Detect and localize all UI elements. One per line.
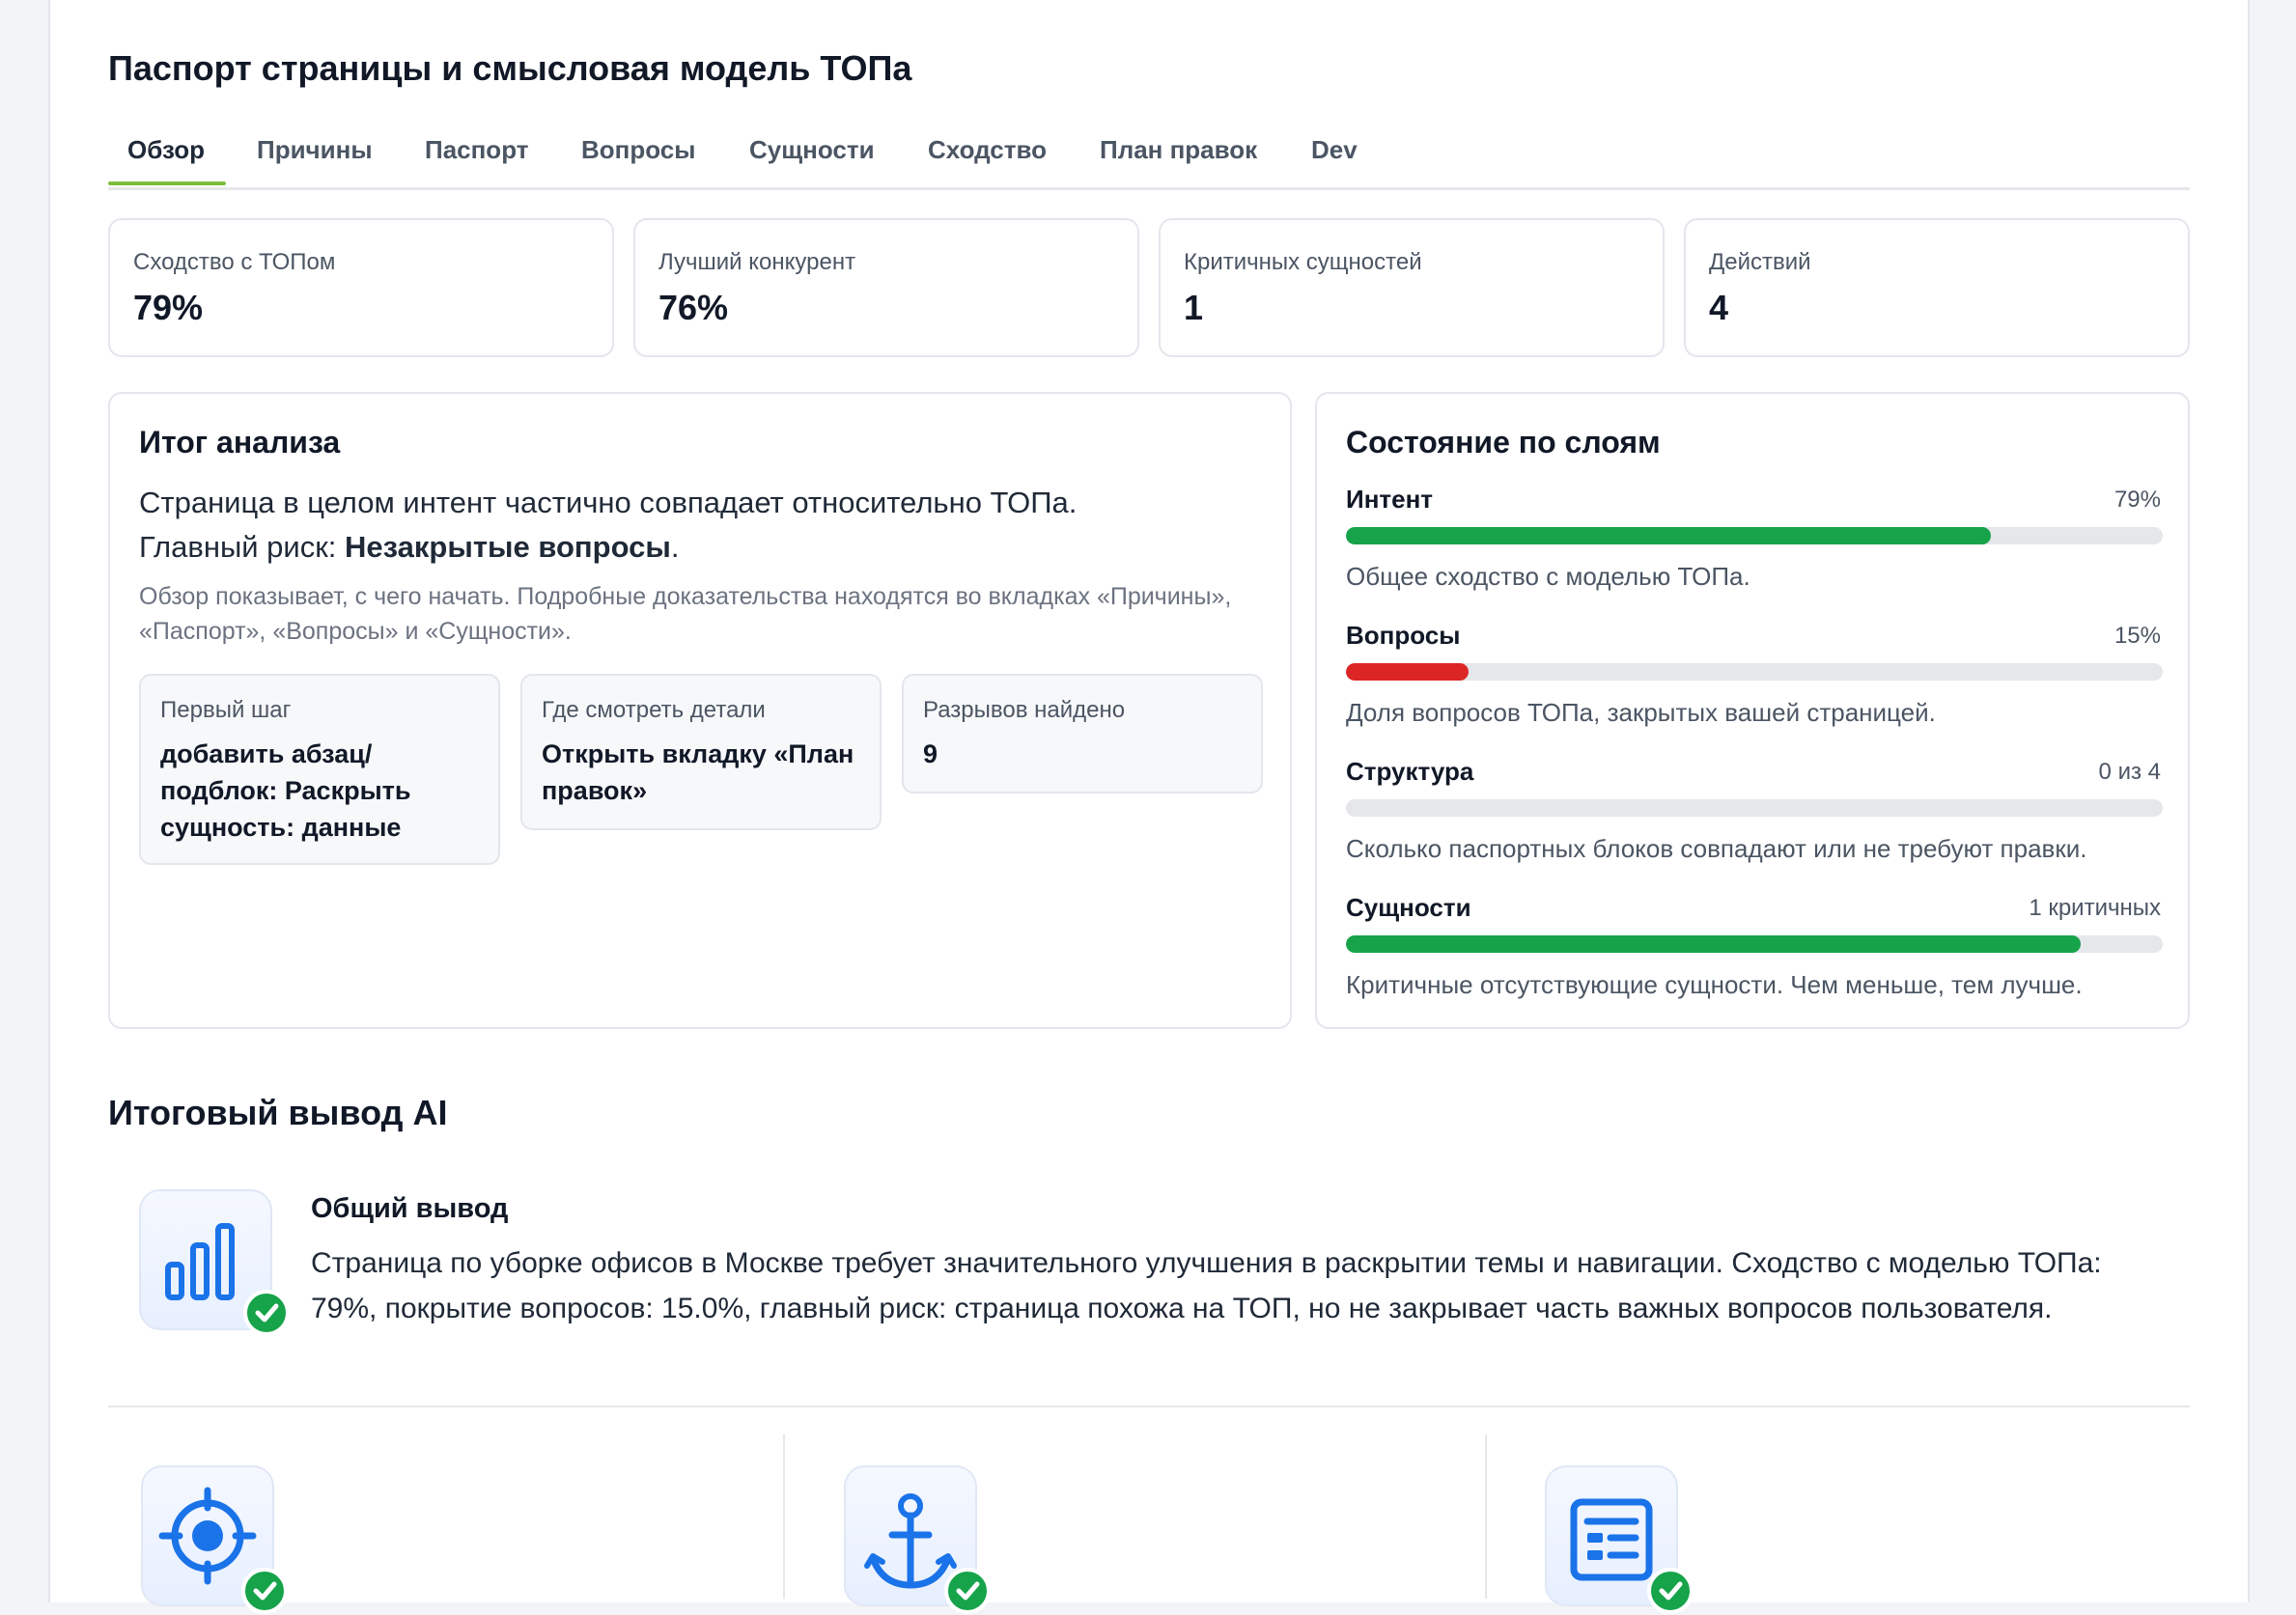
tab-bar: Обзор Причины Паспорт Вопросы Сущности С…: [108, 129, 2190, 190]
layer-value: 0 из 4: [2098, 759, 2161, 785]
stat-value: 79%: [133, 288, 204, 327]
stat-label: Действий: [1709, 249, 1811, 275]
layer-progress-fill: [1346, 663, 1469, 681]
stat-card-actions: Действий 4: [1684, 218, 2190, 357]
stat-label: Сходство с ТОПом: [133, 249, 336, 275]
mini-value: добавить абзац/подблок: Раскрыть сущност…: [160, 739, 411, 842]
summary-text: Страница в целом интент частично совпада…: [139, 481, 1269, 570]
check-badge-icon: [1647, 1568, 1694, 1614]
mini-label: Первый шаг: [160, 697, 292, 723]
tab-questions[interactable]: Вопросы: [581, 135, 695, 165]
layer-description: Общее сходство с моделью ТОПа.: [1346, 562, 1750, 591]
layer-name: Вопросы: [1346, 621, 1461, 650]
layer-description: Доля вопросов ТОПа, закрытых вашей стран…: [1346, 698, 1936, 727]
mini-label: Где смотреть детали: [542, 697, 766, 723]
stat-label: Лучший конкурент: [658, 249, 856, 275]
stat-value: 4: [1709, 288, 1729, 327]
column-divider: [1485, 1434, 1487, 1599]
layer-value: 15%: [2114, 623, 2161, 649]
stat-card-similarity: Сходство с ТОПом 79%: [108, 218, 614, 357]
ai-section-title: Итоговый вывод AI: [108, 1093, 448, 1132]
layer-progress-fill: [1346, 527, 1992, 544]
first-step-card: Первый шаг добавить абзац/подблок: Раскр…: [139, 674, 500, 865]
layers-title: Состояние по слоям: [1346, 425, 1661, 459]
tab-dev[interactable]: Dev: [1311, 135, 1358, 165]
layer-value: 1 критичных: [2029, 895, 2161, 921]
summary-line-2: Главный риск: Незакрытые вопросы.: [139, 525, 1269, 570]
analysis-summary-card: Итог анализа Страница в целом интент час…: [108, 392, 1292, 1029]
layer-progress-fill: [1346, 935, 2082, 953]
tab-similarity[interactable]: Сходство: [928, 135, 1047, 165]
main-risk: Незакрытые вопросы: [345, 530, 671, 564]
layer-progress-bar: [1346, 663, 2163, 681]
page-title: Паспорт страницы и смысловая модель ТОПа: [108, 48, 912, 88]
general-conclusion-title: Общий вывод: [311, 1193, 509, 1224]
risk-label: Главный риск:: [139, 530, 346, 564]
layer-progress-bar: [1346, 799, 2163, 817]
layer-value: 79%: [2114, 487, 2161, 513]
tab-overview[interactable]: Обзор: [127, 135, 205, 165]
summary-line-1: Страница в целом интент частично совпада…: [139, 486, 1078, 519]
layer-name: Сущности: [1346, 893, 1471, 922]
section-divider: [108, 1406, 2190, 1407]
tab-edit-plan[interactable]: План правок: [1100, 135, 1257, 165]
summary-title: Итог анализа: [139, 425, 341, 459]
stat-value: 1: [1184, 288, 1204, 327]
details-location-card[interactable]: Где смотреть детали Открыть вкладку «Пла…: [520, 674, 882, 830]
mini-label: Разрывов найдено: [923, 697, 1126, 723]
risk-suffix: .: [670, 530, 680, 564]
stat-value: 76%: [658, 288, 729, 327]
layers-state-card: Состояние по слоям Интент 79% Общее сход…: [1315, 392, 2190, 1029]
stat-label: Критичных сущностей: [1184, 249, 1422, 275]
general-conclusion-text: Страница по уборке офисов в Москве требу…: [311, 1247, 2102, 1324]
layer-progress-bar: [1346, 935, 2163, 953]
column-divider: [783, 1434, 785, 1599]
check-badge-icon: [944, 1568, 991, 1614]
stat-card-best-competitor: Лучший конкурент 76%: [633, 218, 1139, 357]
layer-progress-bar: [1346, 527, 2163, 544]
layer-name: Интент: [1346, 485, 1434, 514]
active-tab-indicator: [108, 181, 226, 185]
layer-description: Сколько паспортных блоков совпадают или …: [1346, 834, 2087, 863]
mini-value: Открыть вкладку «План правок»: [542, 739, 854, 805]
check-badge-icon: [243, 1290, 290, 1336]
tab-entities[interactable]: Сущности: [749, 135, 875, 165]
summary-note: Обзор показывает, с чего начать. Подробн…: [139, 583, 1232, 645]
layer-description: Критичные отсутствующие сущности. Чем ме…: [1346, 970, 2083, 999]
layer-name: Структура: [1346, 757, 1474, 786]
stat-card-critical-entities: Критичных сущностей 1: [1159, 218, 1665, 357]
tab-passport[interactable]: Паспорт: [425, 135, 528, 165]
tab-reasons[interactable]: Причины: [257, 135, 373, 165]
check-badge-icon: [241, 1568, 288, 1614]
mini-value: 9: [923, 739, 938, 768]
gaps-found-card: Разрывов найдено 9: [902, 674, 1263, 794]
